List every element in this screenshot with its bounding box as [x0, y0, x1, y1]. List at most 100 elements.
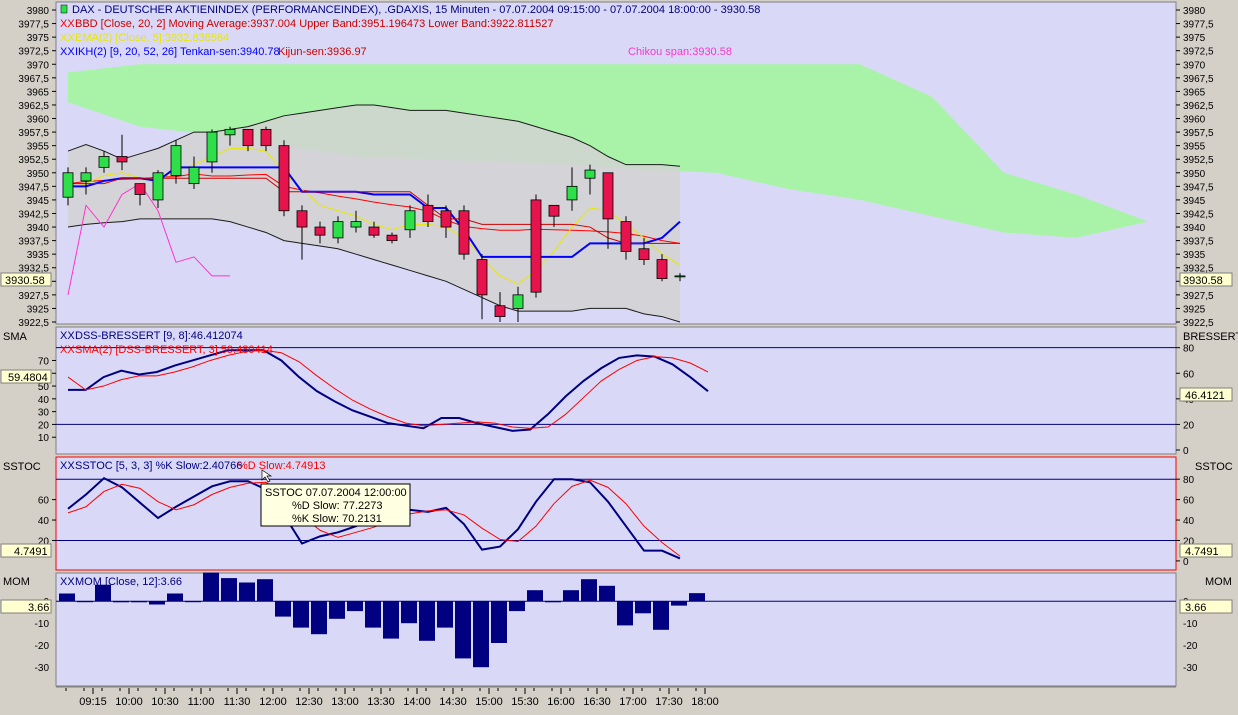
time-tick-label: 17:30 — [655, 696, 683, 708]
legend-dax: DAX - DEUTSCHER AKTIENINDEX (PERFORMANCE… — [72, 4, 760, 16]
price-tick-label-right: 3960 — [1183, 115, 1206, 126]
legend-bbd-marker: XX — [60, 18, 75, 30]
time-tick-label: 16:30 — [583, 696, 611, 708]
sstoc-left-title: SSTOC — [3, 461, 41, 473]
price-tick-label-right: 3922,5 — [1183, 318, 1214, 329]
sstoc-tick-label-right: 0 — [1183, 557, 1189, 568]
mom-bar — [77, 601, 93, 603]
dss-tick-label-right: 0 — [1183, 446, 1189, 457]
time-tick-label: 15:00 — [475, 696, 503, 708]
price-tick-label-right: 3942,5 — [1183, 209, 1214, 220]
price-tick-label-left: 3922,5 — [18, 318, 49, 329]
legend-ikh-marker: XX — [60, 46, 75, 58]
time-tick-label: 12:30 — [295, 696, 323, 708]
mom-tick-label-left: -20 — [35, 641, 50, 652]
candle-body — [260, 128, 272, 147]
mom-bar — [383, 601, 399, 639]
mom-bar — [185, 601, 201, 603]
dss-tick-label-left: 70 — [38, 356, 50, 367]
legend-dss: DSS-BRESSERT [9, 8]:46.412074 — [75, 330, 243, 342]
candle-body — [656, 259, 668, 279]
price-tick-label-left: 3980 — [27, 6, 50, 17]
price-tick-label-left: 3960 — [27, 115, 50, 126]
mom-bar — [617, 601, 633, 626]
price-tick-label-left: 3952,5 — [18, 155, 49, 166]
legend-dss-sma: SMA(2) [DSS-BRESSERT, 3]:59.480414 — [75, 344, 273, 356]
candle-body — [512, 294, 524, 309]
mom-bar — [275, 601, 291, 617]
time-tick-label: 13:00 — [331, 696, 359, 708]
mom-bar — [473, 601, 489, 668]
price-tick-label-left: 3945 — [27, 196, 50, 207]
candle-body — [368, 226, 380, 236]
dss-tick-label-left: 30 — [38, 408, 50, 419]
candle-body — [314, 226, 326, 236]
mom-left-value: 3.66 — [28, 602, 49, 614]
price-value: 3930.58 — [5, 275, 45, 287]
mom-tick-label-right: -30 — [1183, 663, 1198, 674]
price-tick-label-left: 3950 — [27, 169, 50, 180]
candle-body — [458, 210, 470, 255]
price-tick-label-left: 3927,5 — [18, 291, 49, 302]
price-tick-label-left: 3942,5 — [18, 209, 49, 220]
mom-bar — [455, 601, 471, 659]
mom-bar — [239, 582, 255, 602]
tooltip-d-slow: %D Slow: 77.2273 — [292, 500, 383, 512]
candle-body — [638, 248, 650, 261]
dss-tick-label-left: 40 — [38, 395, 50, 406]
price-tick-label-left: 3937,5 — [18, 237, 49, 248]
mom-bar — [437, 601, 453, 628]
time-tick-label: 12:00 — [259, 696, 287, 708]
mom-bar — [491, 601, 507, 643]
dss-tick-label-left: 10 — [38, 433, 50, 444]
price-tick-label-left: 3972,5 — [18, 47, 49, 58]
tooltip-title: SSTOC 07.07.2004 12:00:00 — [265, 487, 407, 499]
price-tick-label-right: 3925 — [1183, 304, 1206, 315]
mom-bar — [347, 601, 363, 612]
price-tick-label-right: 3977,5 — [1183, 20, 1214, 31]
candle-body — [674, 275, 686, 278]
mom-bar — [653, 601, 669, 630]
price-tick-label-right: 3957,5 — [1183, 128, 1214, 139]
price-tick-label-left: 3947,5 — [18, 182, 49, 193]
price-tick-label-right: 3927,5 — [1183, 291, 1214, 302]
price-tick-label-right: 3940 — [1183, 223, 1206, 234]
sstoc-tick-label-right: 80 — [1183, 475, 1195, 486]
candle-body — [278, 145, 290, 212]
legend-ikh: IKH(2) [9, 20, 52, 26] Tenkan-sen:3940.7… — [75, 46, 280, 58]
legend-bbd: BBD [Close, 20, 2] Moving Average:3937.0… — [75, 18, 553, 30]
time-tick-label: 10:30 — [151, 696, 179, 708]
time-tick-label: 11:30 — [224, 696, 251, 708]
price-tick-label-right: 3950 — [1183, 169, 1206, 180]
dss-left-title: SMA — [3, 331, 28, 343]
mom-tick-label-right: -10 — [1183, 619, 1198, 630]
price-tick-label-left: 3975 — [27, 33, 50, 44]
legend-dss-sma-marker: XX — [60, 344, 75, 356]
candle-body — [620, 221, 632, 252]
mom-tick-label-left: -30 — [35, 663, 50, 674]
candle-body — [566, 185, 578, 201]
mom-bar — [257, 579, 273, 602]
price-tick-label-right: 3937,5 — [1183, 237, 1214, 248]
candle-body — [134, 183, 146, 195]
legend-mom-marker: XX — [60, 576, 75, 588]
candle-body — [98, 156, 110, 168]
mom-bar — [545, 601, 561, 603]
price-tick-label-right: 3972,5 — [1183, 47, 1214, 58]
price-tick-label-right: 3952,5 — [1183, 155, 1214, 166]
price-tick-label-left: 3967,5 — [18, 74, 49, 85]
time-tick-label: 10:00 — [115, 696, 143, 708]
mom-bar — [221, 578, 237, 602]
candle-body — [494, 305, 506, 317]
mom-bar — [635, 601, 651, 614]
mom-bar — [203, 572, 219, 602]
candle-body — [386, 234, 398, 242]
mom-bar — [113, 601, 129, 603]
mom-right-value: 3.66 — [1185, 602, 1206, 614]
candle-body — [440, 210, 452, 228]
candle-body — [206, 131, 218, 163]
time-tick-label: 13:30 — [367, 696, 395, 708]
time-tick-label: 09:15 — [79, 696, 107, 708]
time-tick-label: 14:00 — [403, 696, 431, 708]
mom-bar — [329, 601, 345, 619]
